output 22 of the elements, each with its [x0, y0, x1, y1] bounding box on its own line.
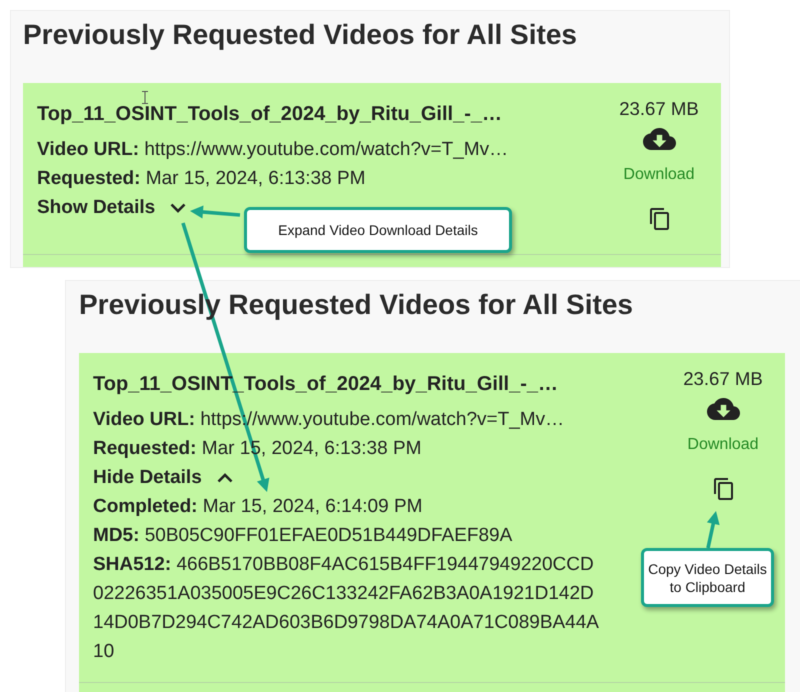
info-line: Video URL: https://www.youtube.com/watch?v=T_Mv…	[37, 138, 510, 162]
cloud-download-icon	[706, 398, 740, 420]
download-link[interactable]: Download	[687, 398, 759, 456]
section-title: Previously Requested Videos for All Sites	[23, 18, 578, 52]
details-toggle[interactable]: Hide Details	[93, 463, 233, 492]
info-line: Completed: Mar 15, 2024, 6:14:09 PM	[93, 495, 424, 519]
annotation-callout: Expand Video Download Details	[244, 207, 512, 253]
file-size-text: 23.67 MB	[619, 97, 699, 121]
details-toggle[interactable]: Show Details	[37, 193, 186, 222]
video-filename: Top_11_OSINT_Tools_of_2024_by_Ritu_Gill_-_…	[37, 102, 503, 127]
text-cursor-icon	[142, 91, 148, 104]
info-line: MD5: 50B05C90FF01EFAE0D51B449DFAEF89A	[93, 524, 514, 548]
download-link[interactable]: Download	[623, 128, 695, 186]
copy-icon[interactable]	[650, 208, 668, 230]
info-line: SHA512: 466B5170BB08F4AC615B4FF19447949220CCD02226351A035005E9C26C133242FA62B3A0A1921D142D14D0B7D294C742AD603B6D9798DA74A0A71C089BA44A10	[93, 553, 600, 664]
copy-icon[interactable]	[714, 478, 732, 500]
pointer-arrow	[190, 206, 240, 219]
cloud-download-icon	[642, 128, 676, 150]
pointer-arrow	[706, 511, 720, 548]
info-line: Requested: Mar 15, 2024, 6:13:38 PM	[37, 167, 366, 191]
annotation-callout: Copy Video Details to Clipboard	[641, 548, 774, 607]
file-size-text: 23.67 MB	[683, 367, 763, 391]
